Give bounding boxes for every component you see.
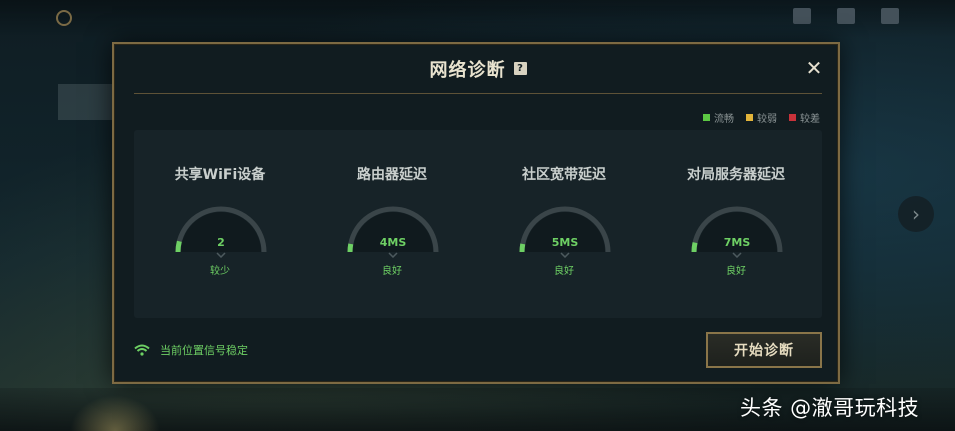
gauge-pointer [216, 252, 226, 258]
side-tab[interactable] [58, 314, 112, 350]
latency-gauge: 2 [171, 202, 271, 258]
bottom-tab-glow [70, 395, 160, 431]
side-tab[interactable] [58, 130, 112, 166]
gauge-value: 4MS [379, 236, 407, 249]
network-diagnosis-dialog: 网络诊断 ? ✕ 流畅 较弱 较差 共享WiFi设备 2 较少 路由器延迟 4M… [112, 42, 840, 384]
gauge-arc [691, 206, 783, 258]
status-legend: 流畅 较弱 较差 [703, 110, 820, 125]
metric-status: 良好 [726, 266, 746, 277]
start-diagnosis-button[interactable]: 开始诊断 [706, 332, 822, 368]
side-tabs [58, 84, 112, 360]
latency-gauge: 4MS [343, 202, 443, 258]
side-tab[interactable] [58, 84, 112, 120]
signal-text: 当前位置信号稳定 [160, 344, 248, 357]
legend-item: 流畅 [703, 110, 734, 125]
settings-icon[interactable] [881, 8, 899, 24]
side-tab[interactable] [58, 222, 112, 258]
metric-label: 共享WiFi设备 [174, 167, 266, 183]
gauge-arc [175, 206, 267, 258]
dialog-title: 网络诊断 [429, 59, 506, 81]
legend-label: 较弱 [757, 114, 777, 125]
gauge-value: 5MS [551, 236, 579, 249]
metric-broadband-latency: 社区宽带延迟 5MS 良好 [478, 130, 650, 318]
legend-swatch [746, 114, 753, 121]
metric-status: 良好 [554, 266, 574, 277]
watermark: 头条 @澈哥玩科技 [740, 396, 920, 420]
metrics-panel: 共享WiFi设备 2 较少 路由器延迟 4MS 良好 社区宽带延迟 5MS 良好… [134, 130, 822, 318]
question-mark-icon[interactable]: ? [513, 62, 527, 75]
gauge-arc [519, 206, 611, 258]
signal-status: 当前位置信号稳定 [134, 342, 248, 358]
legend-label: 较差 [800, 114, 820, 125]
gauge-value: 7MS [723, 236, 751, 249]
metric-status: 较少 [210, 266, 230, 277]
side-tab[interactable] [58, 176, 112, 212]
legend-item: 较差 [789, 110, 820, 125]
gauge-pointer [560, 252, 570, 258]
metric-shared-wifi: 共享WiFi设备 2 较少 [134, 130, 306, 318]
next-arrow-icon[interactable]: › [898, 196, 934, 232]
dialog-header: 网络诊断 ? [134, 44, 822, 94]
legend-swatch [703, 114, 710, 121]
legend-item: 较弱 [746, 110, 777, 125]
metric-server-latency: 对局服务器延迟 7MS 良好 [650, 130, 822, 318]
legend-label: 流畅 [714, 114, 734, 125]
gauge-pointer [732, 252, 742, 258]
mail-icon[interactable] [793, 8, 811, 24]
gauge-arc [347, 206, 439, 258]
close-icon[interactable]: ✕ [804, 58, 824, 78]
metric-label: 社区宽带延迟 [522, 167, 606, 183]
latency-gauge: 7MS [687, 202, 787, 258]
back-button[interactable] [56, 8, 72, 28]
legend-swatch [789, 114, 796, 121]
back-arrow-icon [56, 10, 72, 26]
side-tab[interactable] [58, 268, 112, 304]
metric-label: 对局服务器延迟 [687, 167, 785, 183]
metric-label: 路由器延迟 [357, 167, 427, 183]
top-icons [793, 8, 899, 24]
gauge-value: 2 [217, 236, 225, 249]
metric-router-latency: 路由器延迟 4MS 良好 [306, 130, 478, 318]
wifi-icon [134, 344, 150, 356]
chat-icon[interactable] [837, 8, 855, 24]
metric-status: 良好 [382, 266, 402, 277]
latency-gauge: 5MS [515, 202, 615, 258]
gauge-pointer [388, 252, 398, 258]
